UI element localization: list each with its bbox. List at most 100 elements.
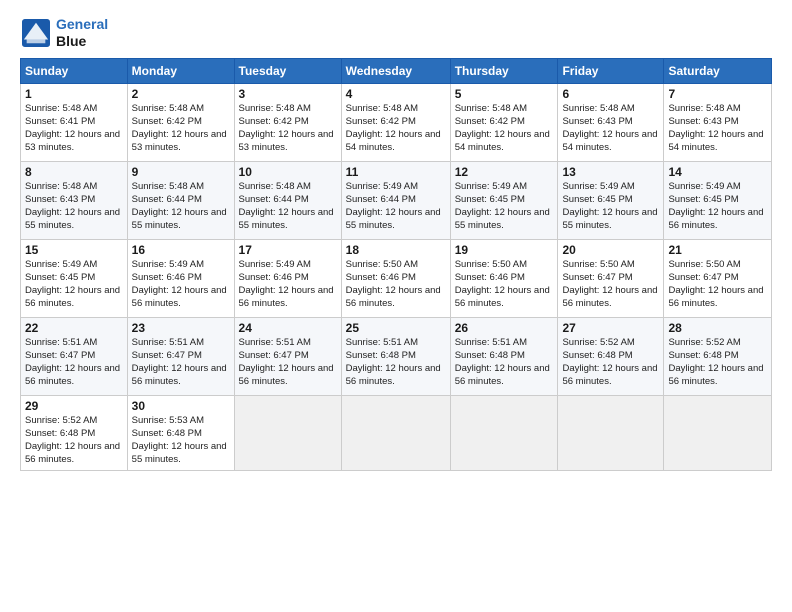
day-number: 29 <box>25 399 123 413</box>
day-number: 24 <box>239 321 337 335</box>
day-number: 19 <box>455 243 554 257</box>
day-number: 15 <box>25 243 123 257</box>
day-number: 5 <box>455 87 554 101</box>
day-info: Sunrise: 5:52 AMSunset: 6:48 PMDaylight:… <box>25 415 120 466</box>
calendar-cell: 24 Sunrise: 5:51 AMSunset: 6:47 PMDayligh… <box>234 317 341 395</box>
calendar-cell <box>234 395 341 470</box>
day-number: 8 <box>25 165 123 179</box>
day-number: 6 <box>562 87 659 101</box>
calendar-cell: 7 Sunrise: 5:48 AMSunset: 6:43 PMDaylight… <box>664 83 772 161</box>
day-info: Sunrise: 5:48 AMSunset: 6:42 PMDaylight:… <box>239 103 334 154</box>
calendar-cell: 18 Sunrise: 5:50 AMSunset: 6:46 PMDayligh… <box>341 239 450 317</box>
day-number: 22 <box>25 321 123 335</box>
day-number: 23 <box>132 321 230 335</box>
calendar-cell: 6 Sunrise: 5:48 AMSunset: 6:43 PMDaylight… <box>558 83 664 161</box>
day-number: 7 <box>668 87 767 101</box>
calendar-cell <box>341 395 450 470</box>
day-info: Sunrise: 5:48 AMSunset: 6:43 PMDaylight:… <box>25 181 120 232</box>
col-header-monday: Monday <box>127 58 234 83</box>
calendar-cell <box>558 395 664 470</box>
calendar-cell: 19 Sunrise: 5:50 AMSunset: 6:46 PMDayligh… <box>450 239 558 317</box>
day-number: 3 <box>239 87 337 101</box>
day-number: 11 <box>346 165 446 179</box>
day-info: Sunrise: 5:50 AMSunset: 6:46 PMDaylight:… <box>455 259 550 310</box>
day-info: Sunrise: 5:48 AMSunset: 6:43 PMDaylight:… <box>562 103 657 154</box>
day-info: Sunrise: 5:48 AMSunset: 6:43 PMDaylight:… <box>668 103 763 154</box>
calendar-cell: 20 Sunrise: 5:50 AMSunset: 6:47 PMDayligh… <box>558 239 664 317</box>
calendar-cell: 14 Sunrise: 5:49 AMSunset: 6:45 PMDayligh… <box>664 161 772 239</box>
day-info: Sunrise: 5:51 AMSunset: 6:47 PMDaylight:… <box>239 337 334 388</box>
calendar-cell: 5 Sunrise: 5:48 AMSunset: 6:42 PMDaylight… <box>450 83 558 161</box>
day-info: Sunrise: 5:50 AMSunset: 6:47 PMDaylight:… <box>562 259 657 310</box>
day-number: 4 <box>346 87 446 101</box>
col-header-thursday: Thursday <box>450 58 558 83</box>
day-info: Sunrise: 5:48 AMSunset: 6:42 PMDaylight:… <box>455 103 550 154</box>
calendar-cell: 22Sunrise: 5:51 AMSunset: 6:47 PMDayligh… <box>21 317 128 395</box>
day-info: Sunrise: 5:52 AMSunset: 6:48 PMDaylight:… <box>562 337 657 388</box>
day-number: 20 <box>562 243 659 257</box>
calendar-cell: 1 Sunrise: 5:48 AMSunset: 6:41 PMDaylight… <box>21 83 128 161</box>
col-header-sunday: Sunday <box>21 58 128 83</box>
calendar-cell: 10Sunrise: 5:48 AMSunset: 6:44 PMDayligh… <box>234 161 341 239</box>
day-number: 17 <box>239 243 337 257</box>
day-info: Sunrise: 5:53 AMSunset: 6:48 PMDaylight:… <box>132 415 227 466</box>
logo-text: General Blue <box>56 16 108 50</box>
calendar-table: SundayMondayTuesdayWednesdayThursdayFrid… <box>20 58 772 471</box>
day-info: Sunrise: 5:51 AMSunset: 6:47 PMDaylight:… <box>132 337 227 388</box>
day-number: 27 <box>562 321 659 335</box>
calendar-cell <box>450 395 558 470</box>
day-info: Sunrise: 5:49 AMSunset: 6:45 PMDaylight:… <box>25 259 120 310</box>
day-number: 26 <box>455 321 554 335</box>
day-info: Sunrise: 5:49 AMSunset: 6:45 PMDaylight:… <box>455 181 550 232</box>
day-number: 21 <box>668 243 767 257</box>
logo: General Blue <box>20 16 108 50</box>
day-number: 25 <box>346 321 446 335</box>
day-info: Sunrise: 5:49 AMSunset: 6:46 PMDaylight:… <box>239 259 334 310</box>
calendar-cell: 4 Sunrise: 5:48 AMSunset: 6:42 PMDaylight… <box>341 83 450 161</box>
col-header-saturday: Saturday <box>664 58 772 83</box>
day-number: 14 <box>668 165 767 179</box>
calendar-cell: 9 Sunrise: 5:48 AMSunset: 6:44 PMDaylight… <box>127 161 234 239</box>
day-info: Sunrise: 5:51 AMSunset: 6:48 PMDaylight:… <box>346 337 441 388</box>
day-info: Sunrise: 5:49 AMSunset: 6:45 PMDaylight:… <box>668 181 763 232</box>
calendar-cell: 16 Sunrise: 5:49 AMSunset: 6:46 PMDayligh… <box>127 239 234 317</box>
calendar-cell: 17 Sunrise: 5:49 AMSunset: 6:46 PMDayligh… <box>234 239 341 317</box>
calendar-cell: 25 Sunrise: 5:51 AMSunset: 6:48 PMDayligh… <box>341 317 450 395</box>
day-info: Sunrise: 5:48 AMSunset: 6:42 PMDaylight:… <box>346 103 441 154</box>
day-info: Sunrise: 5:49 AMSunset: 6:46 PMDaylight:… <box>132 259 227 310</box>
day-number: 12 <box>455 165 554 179</box>
day-number: 16 <box>132 243 230 257</box>
day-info: Sunrise: 5:50 AMSunset: 6:46 PMDaylight:… <box>346 259 441 310</box>
day-number: 13 <box>562 165 659 179</box>
day-info: Sunrise: 5:49 AMSunset: 6:44 PMDaylight:… <box>346 181 441 232</box>
calendar-cell: 8 Sunrise: 5:48 AMSunset: 6:43 PMDaylight… <box>21 161 128 239</box>
page: General Blue SundayMondayTuesdayWednesda… <box>0 0 792 612</box>
header: General Blue <box>20 16 772 50</box>
day-info: Sunrise: 5:49 AMSunset: 6:45 PMDaylight:… <box>562 181 657 232</box>
day-info: Sunrise: 5:48 AMSunset: 6:42 PMDaylight:… <box>132 103 227 154</box>
calendar-cell: 23 Sunrise: 5:51 AMSunset: 6:47 PMDayligh… <box>127 317 234 395</box>
day-info: Sunrise: 5:50 AMSunset: 6:47 PMDaylight:… <box>668 259 763 310</box>
day-info: Sunrise: 5:48 AMSunset: 6:44 PMDaylight:… <box>132 181 227 232</box>
calendar-cell: 28 Sunrise: 5:52 AMSunset: 6:48 PMDayligh… <box>664 317 772 395</box>
day-number: 28 <box>668 321 767 335</box>
col-header-tuesday: Tuesday <box>234 58 341 83</box>
day-number: 18 <box>346 243 446 257</box>
calendar-cell <box>664 395 772 470</box>
day-info: Sunrise: 5:52 AMSunset: 6:48 PMDaylight:… <box>668 337 763 388</box>
calendar-cell: 2 Sunrise: 5:48 AMSunset: 6:42 PMDaylight… <box>127 83 234 161</box>
day-number: 9 <box>132 165 230 179</box>
day-number: 2 <box>132 87 230 101</box>
day-number: 1 <box>25 87 123 101</box>
calendar-cell: 26Sunrise: 5:51 AMSunset: 6:48 PMDayligh… <box>450 317 558 395</box>
calendar-cell: 15 Sunrise: 5:49 AMSunset: 6:45 PMDayligh… <box>21 239 128 317</box>
calendar-cell: 29 Sunrise: 5:52 AMSunset: 6:48 PMDayligh… <box>21 395 128 470</box>
logo-icon <box>22 19 50 47</box>
calendar-cell: 27 Sunrise: 5:52 AMSunset: 6:48 PMDayligh… <box>558 317 664 395</box>
calendar-cell: 12 Sunrise: 5:49 AMSunset: 6:45 PMDayligh… <box>450 161 558 239</box>
day-info: Sunrise: 5:48 AMSunset: 6:41 PMDaylight:… <box>25 103 120 154</box>
day-info: Sunrise: 5:48 AMSunset: 6:44 PMDaylight:… <box>239 181 334 232</box>
col-header-friday: Friday <box>558 58 664 83</box>
calendar-cell: 13 Sunrise: 5:49 AMSunset: 6:45 PMDayligh… <box>558 161 664 239</box>
calendar-cell: 11 Sunrise: 5:49 AMSunset: 6:44 PMDayligh… <box>341 161 450 239</box>
